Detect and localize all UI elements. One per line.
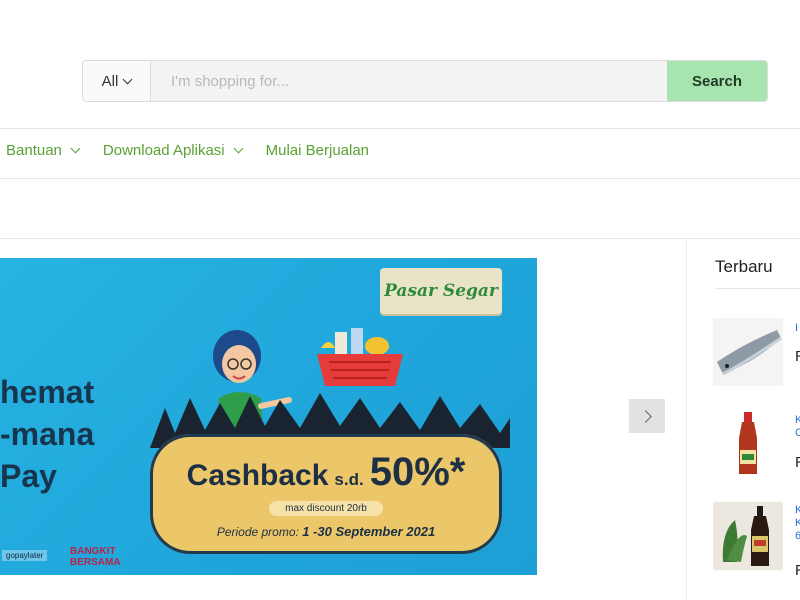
product-price: R xyxy=(795,348,800,365)
product-image-soy-sauce[interactable] xyxy=(713,502,783,570)
promo-period: Periode promo: 1 -30 September 2021 xyxy=(217,524,435,539)
product-link-line: K xyxy=(795,517,800,529)
bangkit-logo-line: BANGKIT xyxy=(70,546,116,557)
nav-item-label: Bantuan xyxy=(6,142,62,159)
chevron-down-icon xyxy=(70,143,81,154)
product-image-sauce-bottle[interactable] xyxy=(713,410,783,478)
cashback-sd: s.d. xyxy=(334,469,364,489)
search-bar: All Search xyxy=(82,60,768,102)
nav-item-download-aplikasi[interactable]: Download Aplikasi xyxy=(102,142,244,159)
promo-period-label: Periode promo: xyxy=(216,524,299,539)
product-price: R xyxy=(795,562,800,579)
product-link-line: 6 xyxy=(795,530,800,542)
product-price: R xyxy=(795,454,800,471)
product-image-fish[interactable] xyxy=(713,318,783,386)
chevron-down-icon xyxy=(122,74,133,84)
cashback-percent: 50%* xyxy=(369,449,466,494)
product-link-line: K xyxy=(795,504,800,516)
pasar-segar-logo: Pasar Segar xyxy=(380,268,502,314)
banner-text-line: Pay xyxy=(0,458,57,494)
banner-text-line: hemat xyxy=(0,374,95,410)
bangkit-bersama-logo: BANGKIT BERSAMA xyxy=(70,546,121,568)
product-link[interactable]: I xyxy=(795,322,798,335)
chevron-right-icon xyxy=(638,409,652,423)
bersama-logo-line: BERSAMA xyxy=(70,557,121,568)
chevron-down-icon xyxy=(233,143,244,154)
product-link-line: I xyxy=(795,322,799,334)
category-select-label: All xyxy=(101,72,119,90)
product-link[interactable]: K K 6 xyxy=(795,504,800,543)
product-link[interactable]: K C xyxy=(795,414,800,440)
search-button[interactable]: Search xyxy=(667,61,767,101)
nav-item-mulai-berjualan[interactable]: Mulai Berjualan xyxy=(266,142,369,159)
promo-banner[interactable]: hemat -mana Pay Pasar Segar Cashback s.d… xyxy=(0,258,537,575)
search-input[interactable] xyxy=(151,61,667,101)
cashback-badge: Cashback s.d. 50%* max discount 20rb Per… xyxy=(150,434,502,554)
slider-next-button[interactable] xyxy=(629,399,665,433)
nav-item-label: Download Aplikasi xyxy=(102,142,225,159)
promo-period-value: 1 -30 September 2021 xyxy=(302,523,436,539)
max-discount-label: max discount 20rb xyxy=(269,500,383,516)
nav-divider-top xyxy=(0,128,800,129)
cashback-headline: Cashback s.d. 50%* xyxy=(187,450,466,495)
nav-divider-bottom xyxy=(0,178,800,179)
nav-item-label: Mulai Berjualan xyxy=(265,142,370,159)
sidebar-title-underline xyxy=(715,288,800,289)
cashback-word: Cashback xyxy=(186,458,329,492)
product-link-line: C xyxy=(795,427,800,439)
main-nav: Bantuan Download Aplikasi Mulai Berjuala… xyxy=(6,142,369,159)
nav-item-bantuan[interactable]: Bantuan xyxy=(6,142,81,159)
category-select[interactable]: All xyxy=(83,61,151,101)
banner-text-line: -mana xyxy=(0,416,95,452)
sidebar-title: Terbaru xyxy=(715,257,773,276)
product-link-line: K xyxy=(795,414,800,426)
gopaylater-logo: gopaylater xyxy=(2,550,48,561)
sidebar-divider xyxy=(686,240,687,600)
section-divider xyxy=(0,238,800,239)
